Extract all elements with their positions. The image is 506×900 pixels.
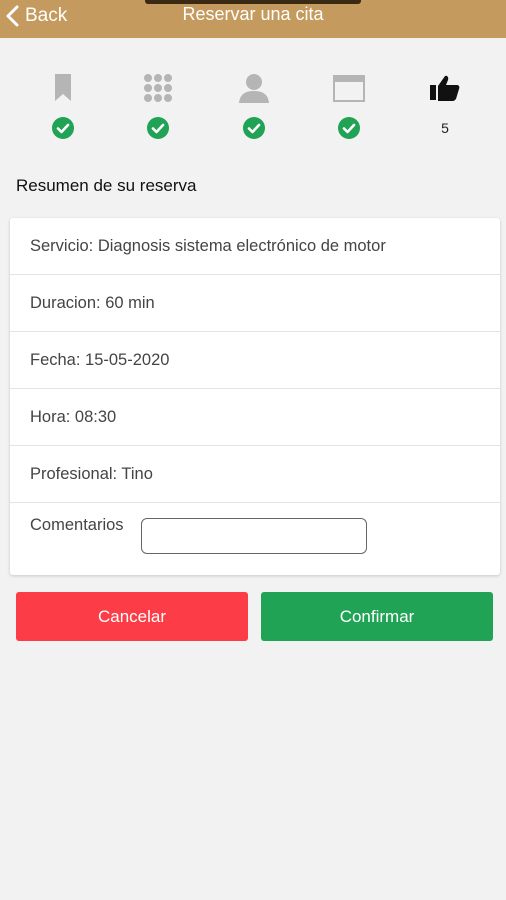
cancel-button[interactable]: Cancelar — [16, 592, 248, 641]
summary-row-professional: Profesional: Tino — [10, 446, 500, 503]
summary-row-duration: Duracion: 60 min — [10, 275, 500, 332]
check-icon — [224, 116, 284, 140]
step-date[interactable] — [319, 68, 379, 140]
summary-row-time: Hora: 08:30 — [10, 389, 500, 446]
check-icon — [319, 116, 379, 140]
summary-row-date: Fecha: 15-05-2020 — [10, 332, 500, 389]
summary-row-comments: Comentarios — [10, 503, 500, 575]
step-number: 5 — [441, 120, 449, 136]
grid-icon — [128, 68, 188, 108]
summary-title: Resumen de su reserva — [16, 176, 197, 195]
confirm-button[interactable]: Confirmar — [261, 592, 493, 641]
duration-text: Duracion: 60 min — [30, 293, 155, 312]
thumbs-up-icon — [415, 68, 475, 108]
summary-row-service: Servicio: Diagnosis sistema electrónico … — [10, 218, 500, 275]
check-icon — [33, 116, 93, 140]
professional-text: Profesional: Tino — [30, 464, 153, 483]
step-service[interactable] — [33, 68, 93, 140]
comments-label: Comentarios — [30, 516, 124, 534]
comments-input[interactable] — [140, 518, 367, 554]
time-text: Hora: 08:30 — [30, 407, 117, 426]
page-title: Reservar una cita — [182, 4, 324, 24]
step-confirm[interactable]: 5 — [415, 68, 475, 140]
navigation-bar: Back Reservar una cita — [0, 0, 506, 38]
summary-card: Servicio: Diagnosis sistema electrónico … — [10, 218, 500, 575]
step-category[interactable] — [128, 68, 188, 140]
bookmark-icon — [33, 68, 93, 108]
date-text: Fecha: 15-05-2020 — [30, 350, 170, 369]
step-professional[interactable] — [224, 68, 284, 140]
user-icon — [224, 68, 284, 108]
calendar-icon — [319, 68, 379, 108]
service-text: Servicio: Diagnosis sistema electrónico … — [30, 236, 386, 255]
check-icon — [128, 116, 188, 140]
booking-steps: 5 — [0, 68, 506, 140]
